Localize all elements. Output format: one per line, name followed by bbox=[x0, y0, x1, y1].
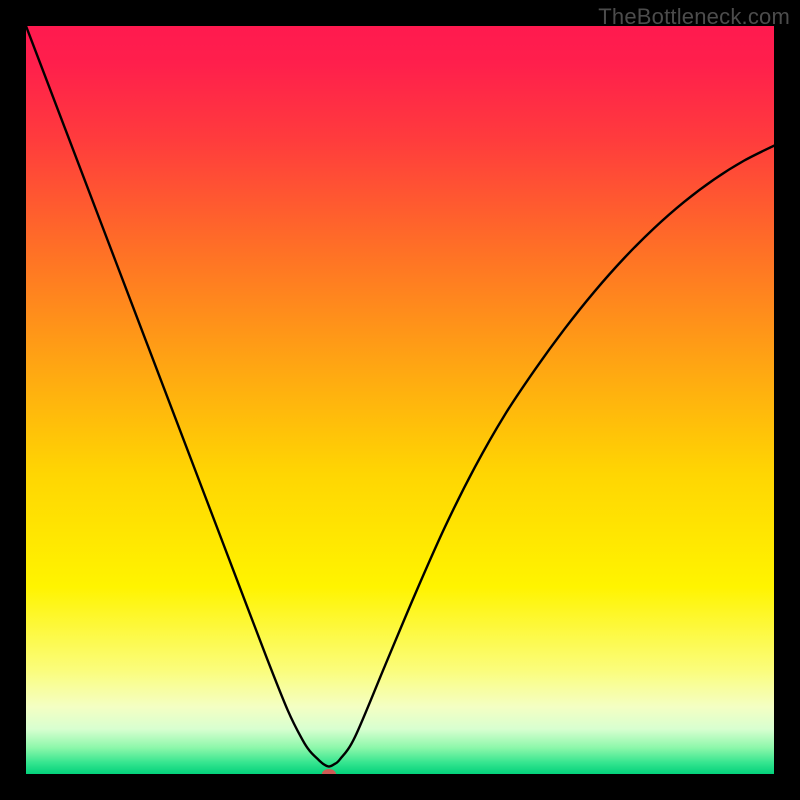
chart-background bbox=[26, 26, 774, 774]
chart-svg bbox=[26, 26, 774, 774]
outer-frame: TheBottleneck.com bbox=[0, 0, 800, 800]
watermark-text: TheBottleneck.com bbox=[598, 4, 790, 30]
plot-area bbox=[26, 26, 774, 774]
